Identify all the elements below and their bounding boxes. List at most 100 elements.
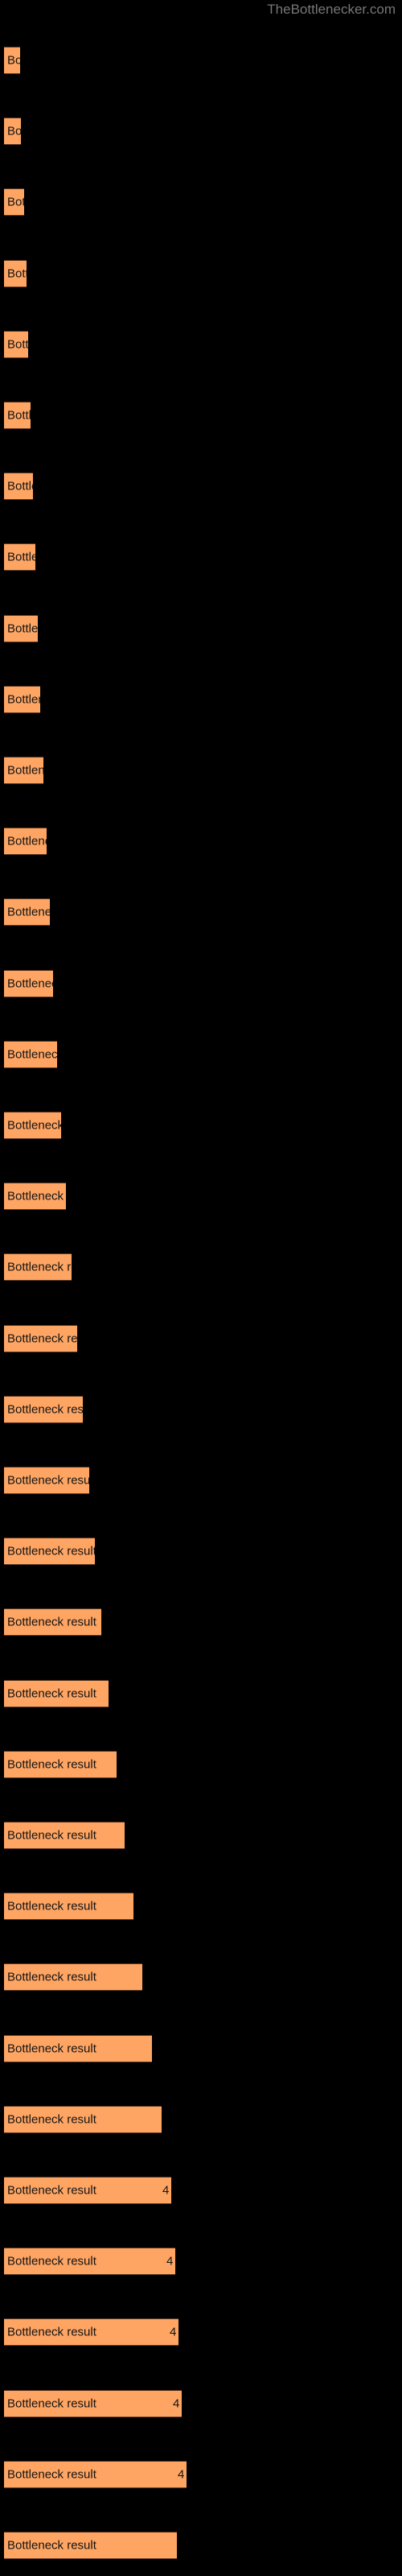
bar-row: Bottleneck result	[0, 1538, 402, 1566]
bar[interactable]: Bottleneck result 4	[4, 2248, 175, 2276]
bar-label: Bottleneck result	[7, 621, 38, 636]
bar-row: Bottleneck result	[0, 1822, 402, 1849]
bar-label: Bottleneck result	[7, 2254, 96, 2268]
bar[interactable]: Bottleneck result	[4, 828, 47, 856]
bar-row: Bottleneck result	[0, 1183, 402, 1211]
bar-row: Bottleneck result	[0, 2532, 402, 2559]
bar-row: Bottleneck result	[0, 1253, 402, 1282]
bar-row: Bottleneck result 4	[0, 2389, 402, 2417]
bar[interactable]: Bottleneck result	[4, 2532, 177, 2559]
bar-value-label: 4	[178, 2467, 185, 2482]
bar[interactable]: Bottleneck result	[4, 1679, 109, 1707]
bar-label: Bottleneck result	[7, 1118, 61, 1133]
bar-label: Bottleneck result	[7, 1615, 96, 1629]
bar[interactable]: Bottleneck result	[4, 47, 20, 74]
bar[interactable]: Bottleneck result	[4, 1538, 95, 1566]
bar[interactable]: Bottleneck result	[4, 898, 50, 927]
bar[interactable]: Bottleneck result	[4, 1324, 77, 1352]
bar[interactable]: Bottleneck result 4	[4, 2389, 182, 2417]
bar[interactable]: Bottleneck result	[4, 473, 33, 501]
bar-label: Bottleneck result	[7, 763, 43, 778]
bar-row: Bottleneck result	[0, 1963, 402, 1992]
bar[interactable]: Bottleneck result	[4, 614, 38, 642]
bar-row: Bottleneck result	[0, 47, 402, 74]
bar-label: Bottleneck result	[7, 1899, 96, 1913]
bar-label: Bottleneck result	[7, 1260, 72, 1274]
bar[interactable]: Bottleneck result	[4, 1750, 117, 1778]
bar-label: Bottleneck result	[7, 1757, 96, 1772]
bar-label: Bottleneck result	[7, 2041, 96, 2056]
bar-row: Bottleneck result	[0, 969, 402, 997]
bar-label: Bottleneck result	[7, 1331, 77, 1346]
bar-row: Bottleneck result	[0, 118, 402, 146]
bar-row: Bottleneck result	[0, 259, 402, 287]
bar-row: Bottleneck result	[0, 898, 402, 927]
bar[interactable]: Bottleneck result	[4, 402, 31, 429]
bar[interactable]: Bottleneck result	[4, 1893, 133, 1921]
bar-label: Bottleneck result	[7, 905, 50, 919]
bar[interactable]: Bottleneck result	[4, 1040, 57, 1068]
bar-row: Bottleneck result	[0, 1395, 402, 1423]
bar-row: Bottleneck result	[0, 1112, 402, 1139]
bar[interactable]: Bottleneck result	[4, 2105, 162, 2133]
bar[interactable]: Bottleneck result	[4, 259, 27, 287]
bar-row: Bottleneck result	[0, 2034, 402, 2062]
bar-row: Bottleneck result	[0, 402, 402, 429]
bar-row: Bottleneck result	[0, 1324, 402, 1352]
bar[interactable]: Bottleneck result	[4, 330, 28, 358]
bar-label: Bottleneck result	[7, 337, 28, 352]
bar-label: Bottleneck result	[7, 408, 31, 423]
bar-value-label: 4	[166, 2254, 174, 2268]
bar-row: Bottleneck result 4	[0, 2460, 402, 2488]
bar[interactable]: Bottleneck result	[4, 1608, 101, 1637]
bar-row: Bottleneck result	[0, 1893, 402, 1921]
bar-label: Bottleneck result	[7, 834, 47, 848]
bar[interactable]: Bottleneck result	[4, 1963, 142, 1992]
bar-row: Bottleneck result	[0, 1040, 402, 1068]
bars-layer: Bottleneck result Bottleneck result Bottle…	[0, 0, 402, 2576]
bar-row: Bottleneck result	[0, 543, 402, 572]
bar-row: Bottleneck result 4	[0, 2248, 402, 2276]
bar-label: Bottleneck result	[7, 2538, 96, 2553]
bar-value-label: 4	[170, 2325, 177, 2339]
bar[interactable]: Bottleneck result	[4, 1253, 72, 1282]
bar-label: Bottleneck result	[7, 2396, 96, 2411]
bar-label: Bottleneck result	[7, 479, 33, 493]
bar[interactable]: Bottleneck result	[4, 1183, 66, 1211]
bar-value-label: 4	[173, 2396, 180, 2411]
bar-row: Bottleneck result	[0, 614, 402, 642]
bar-chart: TheBottlenecker.com Bottleneck resultBot…	[0, 0, 402, 2576]
bar[interactable]: Bottleneck result 4	[4, 2460, 187, 2488]
bar-label: Bottleneck result	[7, 976, 53, 991]
bar[interactable]: Bottleneck result	[4, 1112, 61, 1139]
bar-label: Bottleneck result	[7, 195, 24, 209]
bar-row: Bottleneck result	[0, 1679, 402, 1707]
bar[interactable]: Bottleneck result	[4, 1467, 89, 1494]
bar[interactable]: Bottleneck result	[4, 188, 24, 217]
bar-label: Bottleneck result	[7, 124, 21, 138]
bar-row: Bottleneck result	[0, 1750, 402, 1778]
bar[interactable]: Bottleneck result	[4, 543, 35, 572]
bar-label: Bottleneck result	[7, 53, 20, 68]
bar[interactable]: Bottleneck result 4	[4, 2318, 178, 2347]
bar-row: Bottleneck result	[0, 828, 402, 856]
bar-row: Bottleneck result	[0, 2105, 402, 2133]
bar[interactable]: Bottleneck result	[4, 2034, 152, 2062]
bar-label: Bottleneck result	[7, 1189, 66, 1203]
bar[interactable]: Bottleneck result 4	[4, 2177, 171, 2204]
bar[interactable]: Bottleneck result	[4, 1822, 125, 1849]
bar[interactable]: Bottleneck result	[4, 969, 53, 997]
bar[interactable]: Bottleneck result	[4, 1395, 83, 1423]
bar[interactable]: Bottleneck result	[4, 685, 40, 713]
bar[interactable]: Bottleneck result	[4, 118, 21, 146]
bar-row: Bottleneck result	[0, 473, 402, 501]
bar-label: Bottleneck result	[7, 1970, 96, 1984]
bar-row: Bottleneck result	[0, 188, 402, 217]
bar-label: Bottleneck result	[7, 2112, 96, 2127]
bar-label: Bottleneck result	[7, 1544, 95, 1558]
bar[interactable]: Bottleneck result	[4, 757, 43, 784]
bar-label: Bottleneck result	[7, 692, 40, 707]
bar-row: Bottleneck result	[0, 1608, 402, 1637]
bar-label: Bottleneck result	[7, 1047, 57, 1062]
bar-value-label: 4	[162, 2183, 170, 2198]
